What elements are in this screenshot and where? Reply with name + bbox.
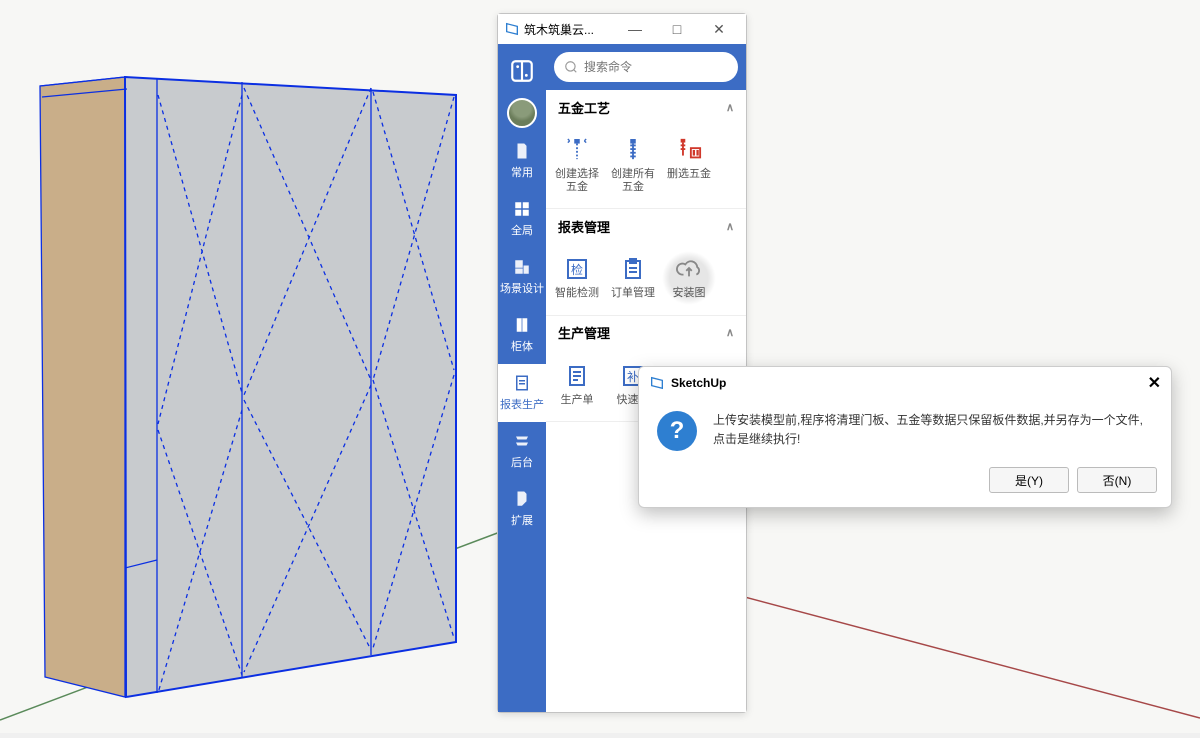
dock-extend[interactable]: 扩展 — [498, 480, 546, 538]
report-icon — [512, 374, 532, 392]
chevron-up-icon: ∧ — [726, 101, 734, 114]
section-production[interactable]: 生产管理 ∧ — [546, 316, 746, 350]
smart-check[interactable]: 检 智能检测 — [550, 251, 604, 304]
dialog-title: SketchUp — [671, 376, 726, 390]
dock-cabinet[interactable]: 柜体 — [498, 306, 546, 364]
section-report[interactable]: 报表管理 ∧ — [546, 209, 746, 243]
cabinet-icon — [512, 316, 532, 334]
doc-icon — [563, 362, 591, 390]
yes-button[interactable]: 是(Y) — [989, 467, 1069, 493]
maximize-button[interactable]: □ — [656, 15, 698, 43]
create-all-hardware[interactable]: 创建所有五金 — [606, 132, 660, 198]
check-box-icon: 检 — [563, 255, 591, 283]
section-hardware[interactable]: 五金工艺 ∧ — [546, 90, 746, 124]
window-title: 筑木筑巢云... — [524, 21, 594, 38]
dock-common[interactable]: 常用 — [498, 132, 546, 190]
dock-backend[interactable]: 后台 — [498, 422, 546, 480]
confirm-dialog: SketchUp ✕ ? 上传安装模型前,程序将清理门板、五金等数据只保留板件数… — [638, 366, 1172, 508]
search-input[interactable] — [554, 52, 738, 82]
dock-logo[interactable] — [498, 52, 546, 94]
clipboard-icon — [619, 255, 647, 283]
cloud-upload-icon — [675, 255, 703, 283]
stack-icon — [512, 432, 532, 450]
production-order[interactable]: 生产单 — [550, 358, 604, 411]
svg-text:检: 检 — [571, 262, 583, 277]
dialog-message: 上传安装模型前,程序将清理门板、五金等数据只保留板件数据,并另存为一个文件,点击… — [713, 411, 1153, 451]
dialog-close-button[interactable]: ✕ — [1148, 373, 1161, 393]
plugin-icon — [512, 490, 532, 508]
minimize-button[interactable]: — — [614, 15, 656, 43]
question-icon: ? — [657, 411, 697, 451]
scene-icon — [512, 258, 532, 276]
install-drawing[interactable]: 安装图 — [662, 251, 716, 304]
bolt-all-icon — [619, 136, 647, 164]
chevron-up-icon: ∧ — [726, 326, 734, 339]
chevron-up-icon: ∧ — [726, 220, 734, 233]
dock-scene[interactable]: 场景设计 — [498, 248, 546, 306]
grid-icon — [512, 200, 532, 218]
dock: 常用 全局 场景设计 柜体 报表生产 后台 — [498, 44, 546, 712]
dock-report[interactable]: 报表生产 — [498, 364, 546, 422]
close-button[interactable]: ✕ — [698, 15, 740, 43]
bolt-filter-icon — [675, 136, 703, 164]
order-manage[interactable]: 订单管理 — [606, 251, 660, 304]
plugin-panel: 筑木筑巢云... — □ ✕ 常用 全局 场景设计 — [497, 13, 747, 713]
create-select-hardware[interactable]: 创建选择五金 — [550, 132, 604, 198]
avatar[interactable] — [507, 98, 537, 128]
titlebar[interactable]: 筑木筑巢云... — □ ✕ — [498, 14, 746, 44]
filter-hardware[interactable]: 删选五金 — [662, 132, 716, 198]
bolt-icon — [563, 136, 591, 164]
file-icon — [512, 142, 532, 160]
no-button[interactable]: 否(N) — [1077, 467, 1157, 493]
dock-global[interactable]: 全局 — [498, 190, 546, 248]
